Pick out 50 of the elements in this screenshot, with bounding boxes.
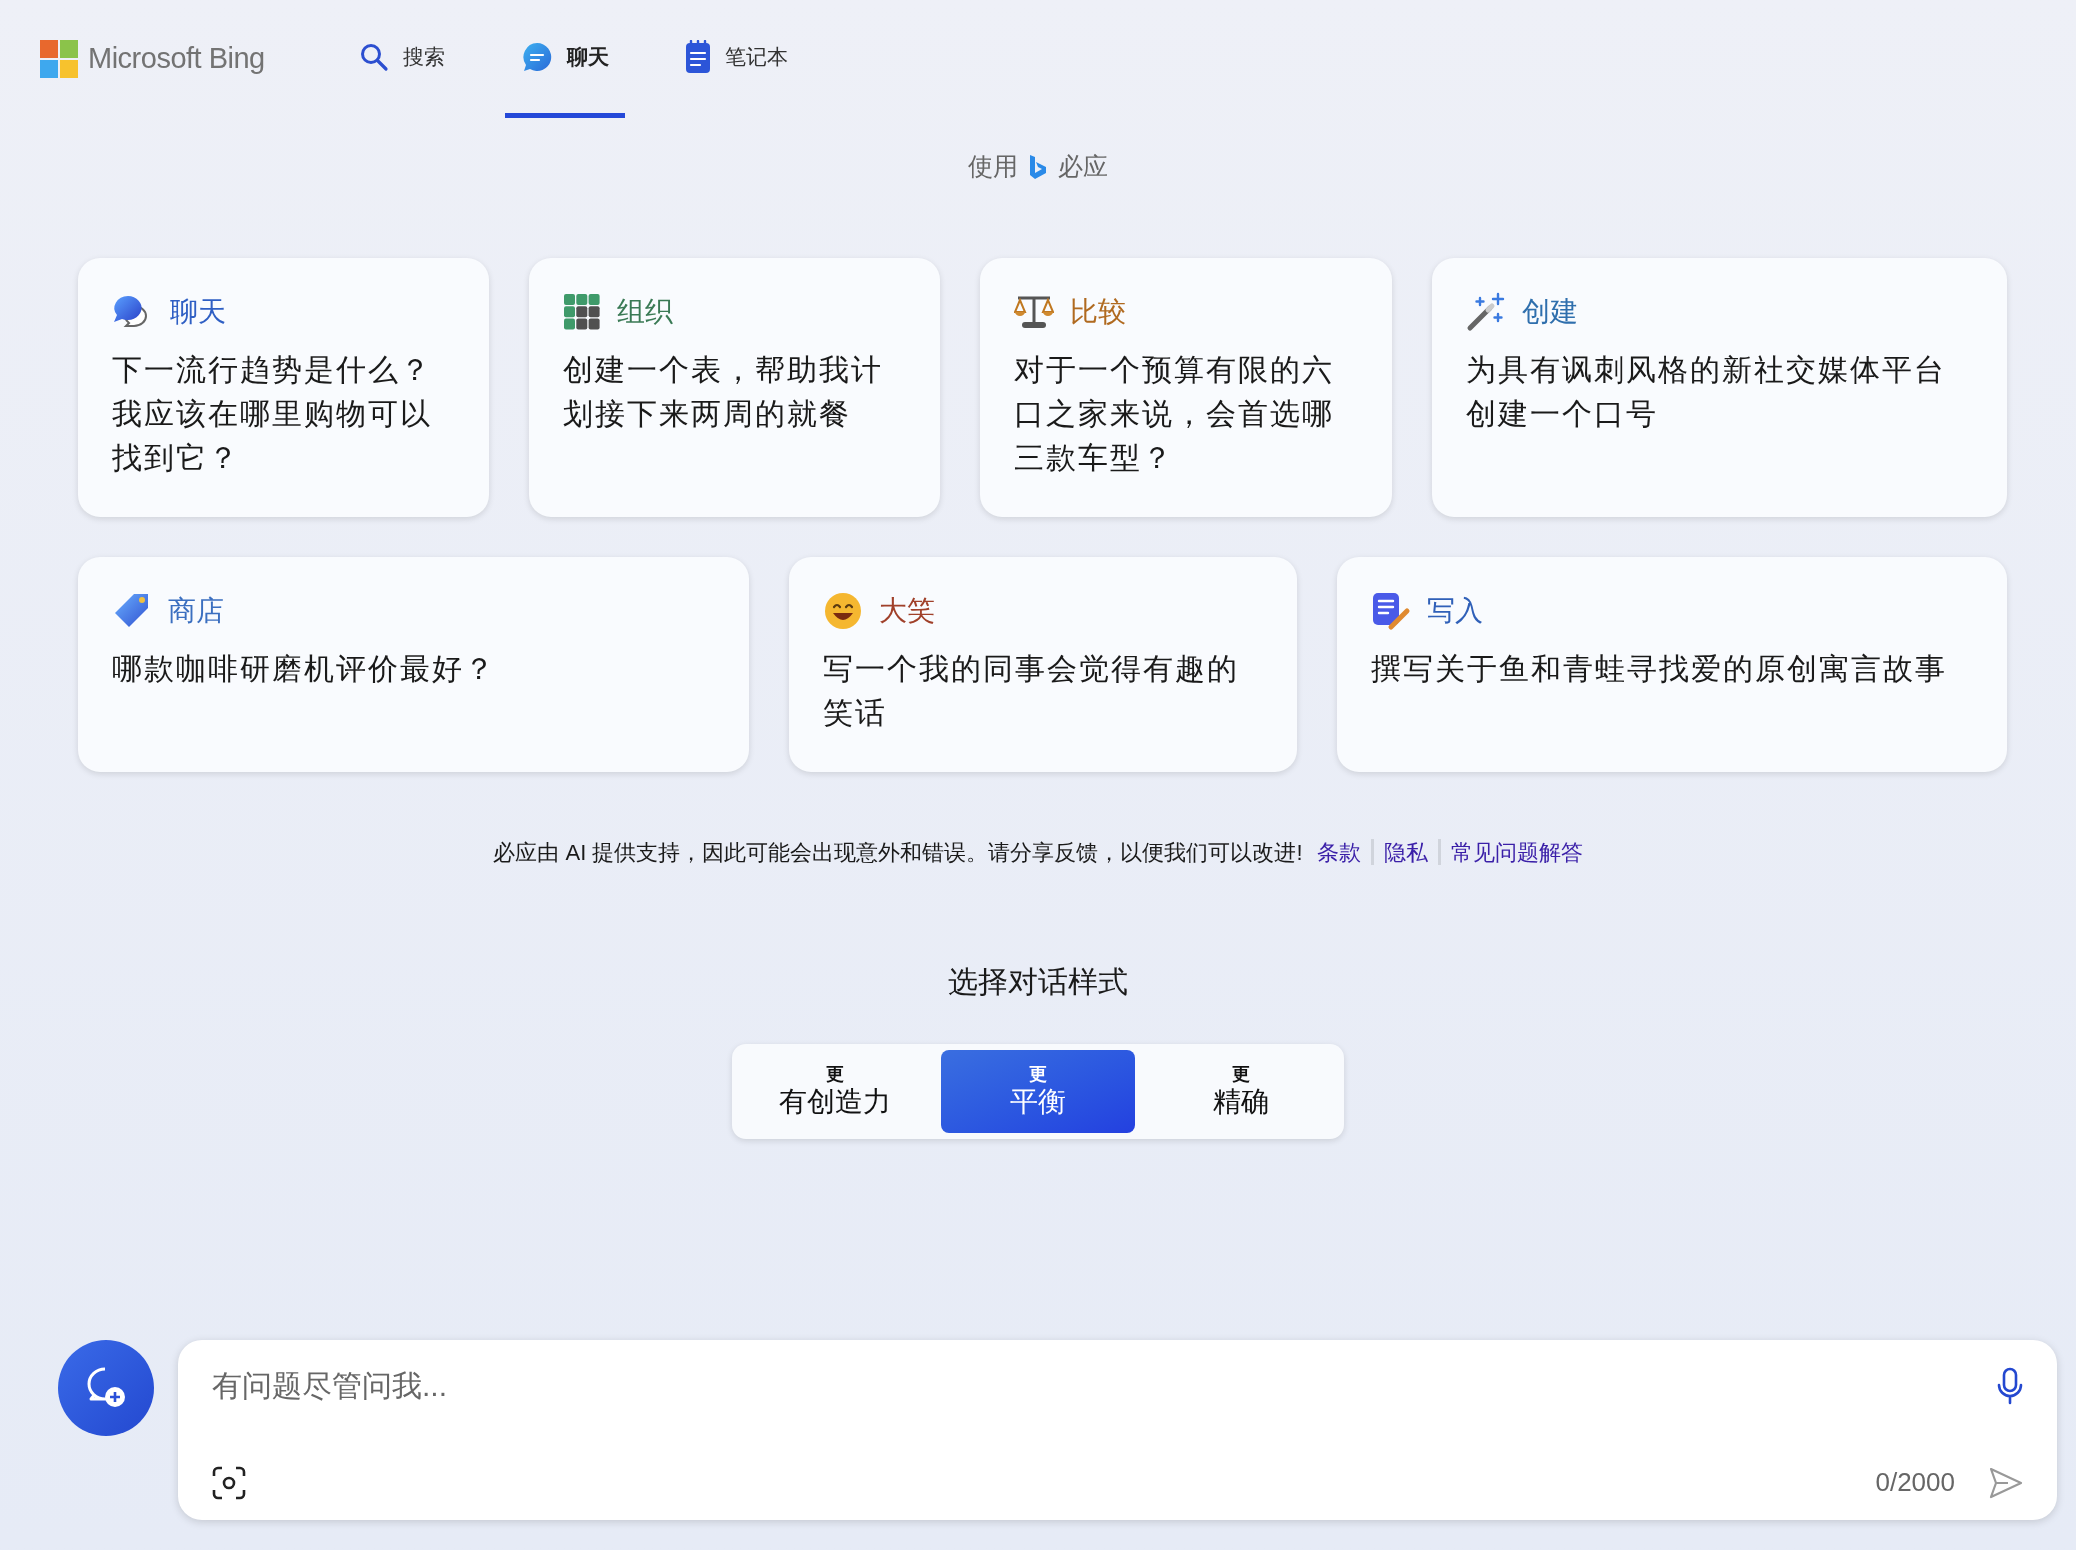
magic-wand-icon [1465, 291, 1506, 332]
table-grid-icon [563, 292, 602, 331]
section-heading: 选择对话样式 [948, 963, 1128, 1000]
chat-input-field[interactable]: 有问题尽管问我... 0/2000 [178, 1340, 2057, 1520]
card-category: 比较 [1070, 294, 1127, 329]
four-squares-logo-icon [40, 40, 78, 78]
message-input[interactable]: 有问题尽管问我... [212, 1362, 1981, 1410]
tone-option[interactable]: 更 平衡 [941, 1049, 1135, 1133]
bing-logo-icon [1028, 153, 1048, 180]
suggestion-card[interactable]: 商店 哪款咖啡研磨机评价最好？ [78, 556, 749, 772]
document-pencil-icon [1371, 590, 1411, 631]
microphone-icon[interactable] [1997, 1367, 2023, 1405]
image-scan-icon[interactable] [212, 1465, 246, 1500]
tone-option[interactable]: 更 有创造力 [738, 1049, 932, 1133]
card-prompt: 对于一个预算有限的六口之家来说，会首选哪三款车型？ [1014, 351, 1336, 476]
brand-name: 必应 [1058, 151, 1108, 182]
card-prompt: 创建一个表，帮助我计划接下来两周的就餐 [563, 351, 885, 432]
suggestion-card[interactable]: 创建 为具有讽刺风格的新社交媒体平台创建一个口号 [1431, 257, 2007, 517]
send-icon[interactable] [1989, 1466, 2023, 1499]
card-prompt: 哪款咖啡研磨机评价最好？ [112, 650, 497, 687]
tone-option[interactable]: 更 精确 [1144, 1049, 1338, 1133]
suggestion-card[interactable]: 组织 创建一个表，帮助我计划接下来两周的就餐 [529, 257, 941, 517]
nav-tab[interactable]: 笔记本 [668, 0, 804, 118]
suggestion-card[interactable]: 聊天 下一流行趋势是什么？我应该在哪里购物可以找到它？ [78, 257, 490, 517]
card-prompt: 撰写关于鱼和青蛙寻找爱的原创寓言故事 [1371, 650, 1948, 687]
search-icon [358, 41, 389, 72]
nav-tab[interactable]: 搜索 [342, 0, 461, 118]
suggestion-card[interactable]: 写入 撰写关于鱼和青蛙寻找爱的原创寓言故事 [1337, 556, 2007, 772]
card-category: 组织 [617, 294, 674, 329]
character-counter: 0/2000 [1875, 1466, 1955, 1499]
disclaimer-text: 必应由 AI 提供支持，因此可能会出现意外和错误。请分享反馈，以便我们可以改进! [493, 838, 1303, 867]
suggestion-card[interactable]: 比较 对于一个预算有限的六口之家来说，会首选哪三款车型？ [980, 257, 1392, 517]
card-prompt: 为具有讽刺风格的新社交媒体平台创建一个口号 [1465, 351, 1947, 432]
card-prompt: 写一个我的同事会觉得有趣的笑话 [823, 650, 1240, 731]
notebook-icon [684, 39, 711, 74]
card-prompt: 下一流行趋势是什么？我应该在哪里购物可以找到它？ [112, 351, 433, 476]
card-category: 大笑 [879, 593, 935, 628]
card-category: 创建 [1521, 294, 1578, 329]
footer-link[interactable]: 条款 [1316, 835, 1361, 869]
chat-bubble-icon [520, 40, 553, 73]
card-category: 聊天 [170, 294, 226, 329]
footer-link[interactable]: 隐私 [1383, 835, 1428, 869]
card-category: 商店 [168, 593, 224, 628]
nav-tab[interactable]: 聊天 [504, 0, 625, 118]
footer-link[interactable]: 常见问题解答 [1450, 835, 1583, 869]
card-category: 写入 [1427, 593, 1483, 628]
brand-name: Microsoft Bing [88, 41, 265, 77]
suggestion-card[interactable]: 大笑 写一个我的同事会觉得有趣的笑话 [789, 556, 1297, 772]
powered-by-text: 使用 [968, 151, 1018, 182]
smiling-face-icon [823, 590, 863, 631]
